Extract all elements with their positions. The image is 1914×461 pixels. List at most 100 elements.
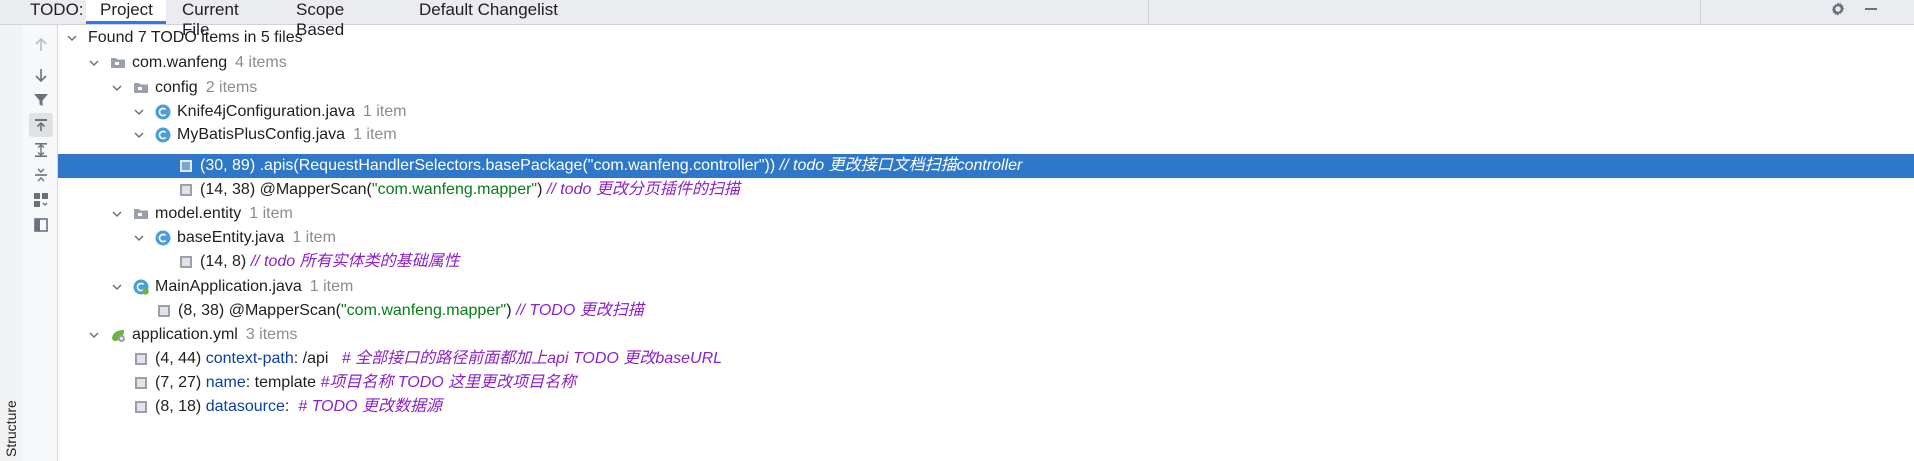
tree-row-package[interactable]: model.entity 1 item <box>58 202 1914 226</box>
yaml-key: name <box>205 374 246 391</box>
tab-label: Default Changelist <box>419 0 558 19</box>
todo-code: @MapperScan( <box>259 181 372 198</box>
tab-current-file[interactable]: Current File <box>168 0 284 39</box>
tab-default-changelist[interactable]: Default Changelist <box>405 0 575 24</box>
summary-text: Found 7 TODO items in 5 files <box>88 29 303 46</box>
todo-item[interactable]: (14, 38) @MapperScan("com.wanfeng.mapper… <box>58 178 1914 202</box>
left-tool-strip: Structure <box>0 25 23 461</box>
todo-item-selected[interactable]: (30, 89) .apis(RequestHandlerSelectors.b… <box>58 154 1914 178</box>
todo-item[interactable]: (8, 18) datasource: # TODO 更改数据源 <box>58 395 1914 419</box>
chevron-down-icon[interactable] <box>133 129 145 141</box>
todo-item[interactable]: (8, 38) @MapperScan("com.wanfeng.mapper"… <box>58 299 1914 323</box>
node-count: 1 item <box>353 126 397 143</box>
autoscroll-to-source-button[interactable] <box>29 113 53 137</box>
todo-item-icon <box>180 256 192 268</box>
next-todo-button[interactable] <box>29 63 53 87</box>
tab-project[interactable]: Project <box>86 0 166 24</box>
tree-row-file[interactable]: application.yml 3 items <box>58 323 1914 347</box>
todo-toolbar <box>22 25 58 461</box>
tree-row-file[interactable]: Knife4jConfiguration.java 1 item <box>58 100 1914 124</box>
chevron-down-icon[interactable] <box>133 232 145 244</box>
node-count: 1 item <box>362 103 407 120</box>
collapse-all-button[interactable] <box>29 163 53 187</box>
todo-item[interactable]: (4, 44) context-path: /api # 全部接口的路径前面都加… <box>58 347 1914 371</box>
tab-bar-divider <box>1148 0 1149 24</box>
todo-item-icon <box>180 160 192 172</box>
todo-position: (8, 18) <box>155 398 202 415</box>
yaml-value: : /api <box>293 350 329 367</box>
todo-tab-bar: TODO: Project Current File Scope Based D… <box>0 0 1914 39</box>
todo-position: (30, 89) <box>200 157 256 174</box>
todo-string: "com.wanfeng.mapper" <box>341 302 507 319</box>
todo-string: "com.wanfeng.mapper" <box>371 181 538 198</box>
previous-todo-button[interactable] <box>29 33 53 57</box>
todo-item-icon <box>180 184 192 196</box>
todo-code: .apis(RequestHandlerSelectors.basePackag… <box>259 157 776 174</box>
chevron-down-icon[interactable] <box>111 281 123 293</box>
minimize-icon[interactable] <box>1862 0 1880 18</box>
todo-position: (14, 38) <box>200 181 256 198</box>
group-by-icon <box>34 193 48 207</box>
todo-position: (7, 27) <box>155 374 202 391</box>
package-folder-icon <box>111 58 125 68</box>
node-count: 1 item <box>309 278 354 295</box>
tree-row-file[interactable]: MainApplication.java 1 item <box>58 275 1914 299</box>
node-name: baseEntity.java <box>177 229 285 246</box>
todo-item-icon <box>135 401 147 413</box>
chevron-down-icon[interactable] <box>133 106 145 118</box>
todo-comment: // TODO 更改扫描 <box>516 302 644 319</box>
tab-scope-based[interactable]: Scope Based <box>282 0 406 39</box>
package-folder-icon <box>134 83 148 93</box>
todo-item[interactable]: (7, 27) name: template #项目名称 TODO 这里更改项目… <box>58 371 1914 395</box>
tab-label: Project <box>100 0 153 19</box>
node-name: model.entity <box>155 205 242 222</box>
node-count: 4 items <box>235 54 287 71</box>
yaml-config-icon <box>112 330 125 342</box>
node-name: application.yml <box>132 326 238 343</box>
node-count: 3 items <box>245 326 298 343</box>
collapse-all-icon <box>35 168 47 182</box>
todo-item-icon <box>158 305 170 317</box>
chevron-down-icon[interactable] <box>111 82 123 94</box>
tree-row-file[interactable]: baseEntity.java 1 item <box>58 226 1914 250</box>
yaml-key: datasource <box>205 398 285 415</box>
node-count: 2 items <box>205 79 258 96</box>
package-folder-icon <box>134 209 148 219</box>
java-class-icon <box>155 127 171 143</box>
todo-item-icon <box>135 353 147 365</box>
node-name: config <box>155 79 198 96</box>
todo-panel-title: TODO: <box>30 0 84 19</box>
chevron-down-icon[interactable] <box>88 57 100 69</box>
spring-boot-class-icon <box>133 279 149 295</box>
todo-comment: // todo 更改接口文档扫描controller <box>779 157 1023 174</box>
java-class-icon <box>155 230 171 246</box>
chevron-down-icon[interactable] <box>88 329 100 341</box>
preview-pane-button[interactable] <box>29 213 53 237</box>
todo-item[interactable]: (14, 8) // todo 所有实体类的基础属性 <box>58 250 1914 274</box>
todo-tree: Found 7 TODO items in 5 files com.wanfen… <box>58 25 1914 461</box>
tree-row-file[interactable]: MyBatisPlusConfig.java 1 item <box>58 123 1914 147</box>
arrow-up-icon <box>35 37 47 51</box>
todo-comment: // todo 所有实体类的基础属性 <box>250 253 460 270</box>
tab-bar-divider <box>1700 0 1701 24</box>
expand-all-button[interactable] <box>29 138 53 162</box>
chevron-down-icon[interactable] <box>66 32 78 44</box>
todo-position: (14, 8) <box>200 253 247 270</box>
gear-icon[interactable] <box>1828 0 1848 18</box>
preview-pane-icon <box>34 218 48 232</box>
node-name: MainApplication.java <box>155 278 302 295</box>
todo-comment: // todo 更改分页插件的扫描 <box>546 181 740 198</box>
todo-comment: # 全部接口的路径前面都加上api TODO 更改baseURL <box>341 350 723 367</box>
filter-icon <box>34 94 48 106</box>
expand-all-icon <box>35 143 47 157</box>
group-by-button[interactable] <box>29 188 53 212</box>
tree-row-package[interactable]: com.wanfeng 4 items <box>58 51 1914 75</box>
node-name: Knife4jConfiguration.java <box>177 103 355 120</box>
structure-tool-window-button[interactable]: Structure <box>0 397 22 461</box>
tree-row-package[interactable]: config 2 items <box>58 76 1914 100</box>
node-count: 1 item <box>249 205 293 222</box>
filter-button[interactable] <box>29 88 53 112</box>
chevron-down-icon[interactable] <box>111 208 123 220</box>
java-class-icon <box>155 104 171 120</box>
tree-row-summary[interactable]: Found 7 TODO items in 5 files <box>58 26 1914 50</box>
